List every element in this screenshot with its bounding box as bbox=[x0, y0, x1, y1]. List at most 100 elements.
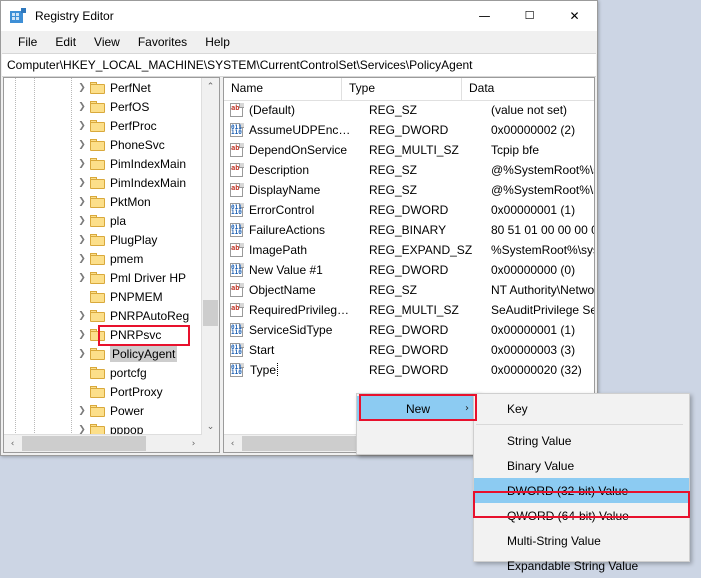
chevron-right-icon[interactable]: ❯ bbox=[74, 197, 90, 207]
address-bar[interactable]: Computer\HKEY_LOCAL_MACHINE\SYSTEM\Curre… bbox=[2, 53, 596, 77]
tree-item-perfnet[interactable]: ❯PerfNet bbox=[4, 78, 202, 97]
chevron-right-icon[interactable]: ❯ bbox=[74, 159, 90, 169]
chevron-right-icon[interactable]: ❯ bbox=[74, 254, 90, 264]
tree-scroll-left-button[interactable]: ‹ bbox=[4, 435, 21, 452]
chevron-right-icon[interactable]: ❯ bbox=[74, 330, 90, 340]
tree-item-perfproc[interactable]: ❯PerfProc bbox=[4, 116, 202, 135]
menu-edit[interactable]: Edit bbox=[46, 33, 85, 51]
chevron-right-icon[interactable]: ❯ bbox=[74, 406, 90, 416]
chevron-right-icon[interactable]: ❯ bbox=[74, 102, 90, 112]
tree-item-label: PolicyAgent bbox=[110, 346, 177, 362]
chevron-right-icon[interactable]: ❯ bbox=[74, 235, 90, 245]
chevron-right-icon[interactable]: ❯ bbox=[74, 121, 90, 131]
value-name-cell: AssumeUDPEnc… bbox=[249, 123, 367, 137]
context-menu-item-new[interactable]: New › bbox=[357, 396, 479, 421]
table-row[interactable]: abObjectNameREG_SZNT Authority\NetworkSe bbox=[224, 280, 594, 300]
chevron-right-icon[interactable]: ❯ bbox=[74, 349, 90, 359]
string-value-icon: ab bbox=[229, 163, 245, 177]
value-type-cell: REG_BINARY bbox=[367, 223, 489, 237]
table-row[interactable]: 011110New Value #1REG_DWORD0x00000000 (0… bbox=[224, 260, 594, 280]
submenu-item-key[interactable]: Key bbox=[474, 396, 689, 421]
table-row[interactable]: 011110AssumeUDPEnc…REG_DWORD0x00000002 (… bbox=[224, 120, 594, 140]
value-name-cell: Type bbox=[249, 363, 367, 377]
tree-scroll-down-button[interactable]: ⌄ bbox=[202, 418, 219, 435]
tree-item-power[interactable]: ❯Power bbox=[4, 401, 202, 420]
table-row[interactable]: abRequiredPrivileg…REG_MULTI_SZSeAuditPr… bbox=[224, 300, 594, 320]
submenu-item-string-value[interactable]: String Value bbox=[474, 428, 689, 453]
tree-item-perfos[interactable]: ❯PerfOS bbox=[4, 97, 202, 116]
tree-item-pnpmem[interactable]: PNPMEM bbox=[4, 287, 202, 306]
submenu-item-qword-64-bit-value[interactable]: QWORD (64-bit) Value bbox=[474, 503, 689, 528]
menu-help[interactable]: Help bbox=[196, 33, 239, 51]
tree-item-pml-driver-hp[interactable]: ❯Pml Driver HP bbox=[4, 268, 202, 287]
window-title: Registry Editor bbox=[35, 9, 114, 23]
folder-icon bbox=[90, 253, 105, 265]
tree-vertical-scrollbar[interactable]: ⌃ ⌄ bbox=[201, 78, 219, 435]
table-row[interactable]: 011110TypeREG_DWORD0x00000020 (32) bbox=[224, 360, 594, 380]
table-row[interactable]: 011110ServiceSidTypeREG_DWORD0x00000001 … bbox=[224, 320, 594, 340]
list-scroll-left-button[interactable]: ‹ bbox=[224, 435, 241, 452]
table-row[interactable]: 011110ErrorControlREG_DWORD0x00000001 (1… bbox=[224, 200, 594, 220]
folder-icon bbox=[90, 215, 105, 227]
tree-hscroll-thumb[interactable] bbox=[22, 436, 146, 451]
menu-favorites[interactable]: Favorites bbox=[129, 33, 196, 51]
table-row[interactable]: abDependOnServiceREG_MULTI_SZTcpip bfe bbox=[224, 140, 594, 160]
close-button[interactable]: ✕ bbox=[552, 1, 597, 30]
value-name-cell: ImagePath bbox=[249, 243, 367, 257]
tree-scroll-up-button[interactable]: ⌃ bbox=[202, 78, 219, 95]
table-row[interactable]: abImagePathREG_EXPAND_SZ%SystemRoot%\sys… bbox=[224, 240, 594, 260]
folder-icon bbox=[90, 405, 105, 417]
value-name-cell: Description bbox=[249, 163, 367, 177]
column-header-data[interactable]: Data bbox=[462, 78, 594, 100]
chevron-right-icon[interactable]: ❯ bbox=[74, 83, 90, 93]
tree-horizontal-scrollbar[interactable]: ‹ › bbox=[4, 434, 202, 452]
minimize-button[interactable]: — bbox=[462, 1, 507, 30]
value-data-cell: 0x00000003 (3) bbox=[489, 343, 594, 357]
value-type-cell: REG_SZ bbox=[367, 103, 489, 117]
value-data-cell: @%SystemRoot%\Syste bbox=[489, 183, 594, 197]
tree-item-pmem[interactable]: ❯ pmem bbox=[4, 249, 202, 268]
tree-item-pppop[interactable]: ❯pppop bbox=[4, 420, 202, 435]
tree-item-phonesvc[interactable]: ❯PhoneSvc bbox=[4, 135, 202, 154]
tree-item-pnrpsvc[interactable]: ❯PNRPsvc bbox=[4, 325, 202, 344]
table-row[interactable]: 011110StartREG_DWORD0x00000003 (3) bbox=[224, 340, 594, 360]
tree-item-plugplay[interactable]: ❯PlugPlay bbox=[4, 230, 202, 249]
window-controls: — ☐ ✕ bbox=[462, 1, 597, 30]
submenu-item-binary-value[interactable]: Binary Value bbox=[474, 453, 689, 478]
submenu-item-dword-32-bit-value[interactable]: DWORD (32-bit) Value bbox=[474, 478, 689, 503]
tree-item-pnrpautoreg[interactable]: ❯ PNRPAutoReg bbox=[4, 306, 202, 325]
tree-item-pimindexmain[interactable]: ❯PimIndexMain bbox=[4, 154, 202, 173]
tree-item-pktmon[interactable]: ❯PktMon bbox=[4, 192, 202, 211]
tree-item-portcfg[interactable]: portcfg bbox=[4, 363, 202, 382]
tree-scroll-thumb[interactable] bbox=[203, 300, 218, 326]
table-row[interactable]: abDisplayNameREG_SZ@%SystemRoot%\Syste bbox=[224, 180, 594, 200]
tree-item-label: PNRPAutoReg bbox=[110, 309, 189, 323]
submenu-item-expandable-string-value[interactable]: Expandable String Value bbox=[474, 553, 689, 578]
menu-view[interactable]: View bbox=[85, 33, 129, 51]
submenu-item-multi-string-value[interactable]: Multi-String Value bbox=[474, 528, 689, 553]
chevron-right-icon[interactable]: ❯ bbox=[74, 216, 90, 226]
column-header-name[interactable]: Name bbox=[224, 78, 342, 100]
tree-item-pimindexmain[interactable]: ❯PimIndexMain bbox=[4, 173, 202, 192]
table-row[interactable]: abDescriptionREG_SZ@%SystemRoot%\system bbox=[224, 160, 594, 180]
chevron-right-icon[interactable]: ❯ bbox=[74, 425, 90, 435]
table-row[interactable]: 011110FailureActionsREG_BINARY80 51 01 0… bbox=[224, 220, 594, 240]
tree-item-portproxy[interactable]: PortProxy bbox=[4, 382, 202, 401]
chevron-right-icon[interactable]: ❯ bbox=[74, 178, 90, 188]
column-header-type[interactable]: Type bbox=[342, 78, 462, 100]
tree-item-label: pmem bbox=[110, 252, 143, 266]
tree-item-pla[interactable]: ❯pla bbox=[4, 211, 202, 230]
submenu-item-label: Expandable String Value bbox=[507, 559, 638, 573]
chevron-right-icon[interactable]: ❯ bbox=[74, 273, 90, 283]
value-type-cell: REG_DWORD bbox=[367, 203, 489, 217]
menu-file[interactable]: File bbox=[9, 33, 46, 51]
maximize-button[interactable]: ☐ bbox=[507, 1, 552, 30]
chevron-right-icon[interactable]: ❯ bbox=[74, 311, 90, 321]
folder-icon bbox=[90, 196, 105, 208]
registry-tree[interactable]: ❯PerfNet❯PerfOS❯PerfProc❯PhoneSvc❯PimInd… bbox=[4, 78, 202, 435]
chevron-right-icon[interactable]: ❯ bbox=[74, 140, 90, 150]
table-row[interactable]: ab(Default)REG_SZ(value not set) bbox=[224, 100, 594, 120]
tree-item-policyagent[interactable]: ❯ PolicyAgent bbox=[4, 344, 202, 363]
chevron-up-icon: ⌃ bbox=[207, 82, 215, 92]
tree-scroll-right-button[interactable]: › bbox=[185, 435, 202, 452]
